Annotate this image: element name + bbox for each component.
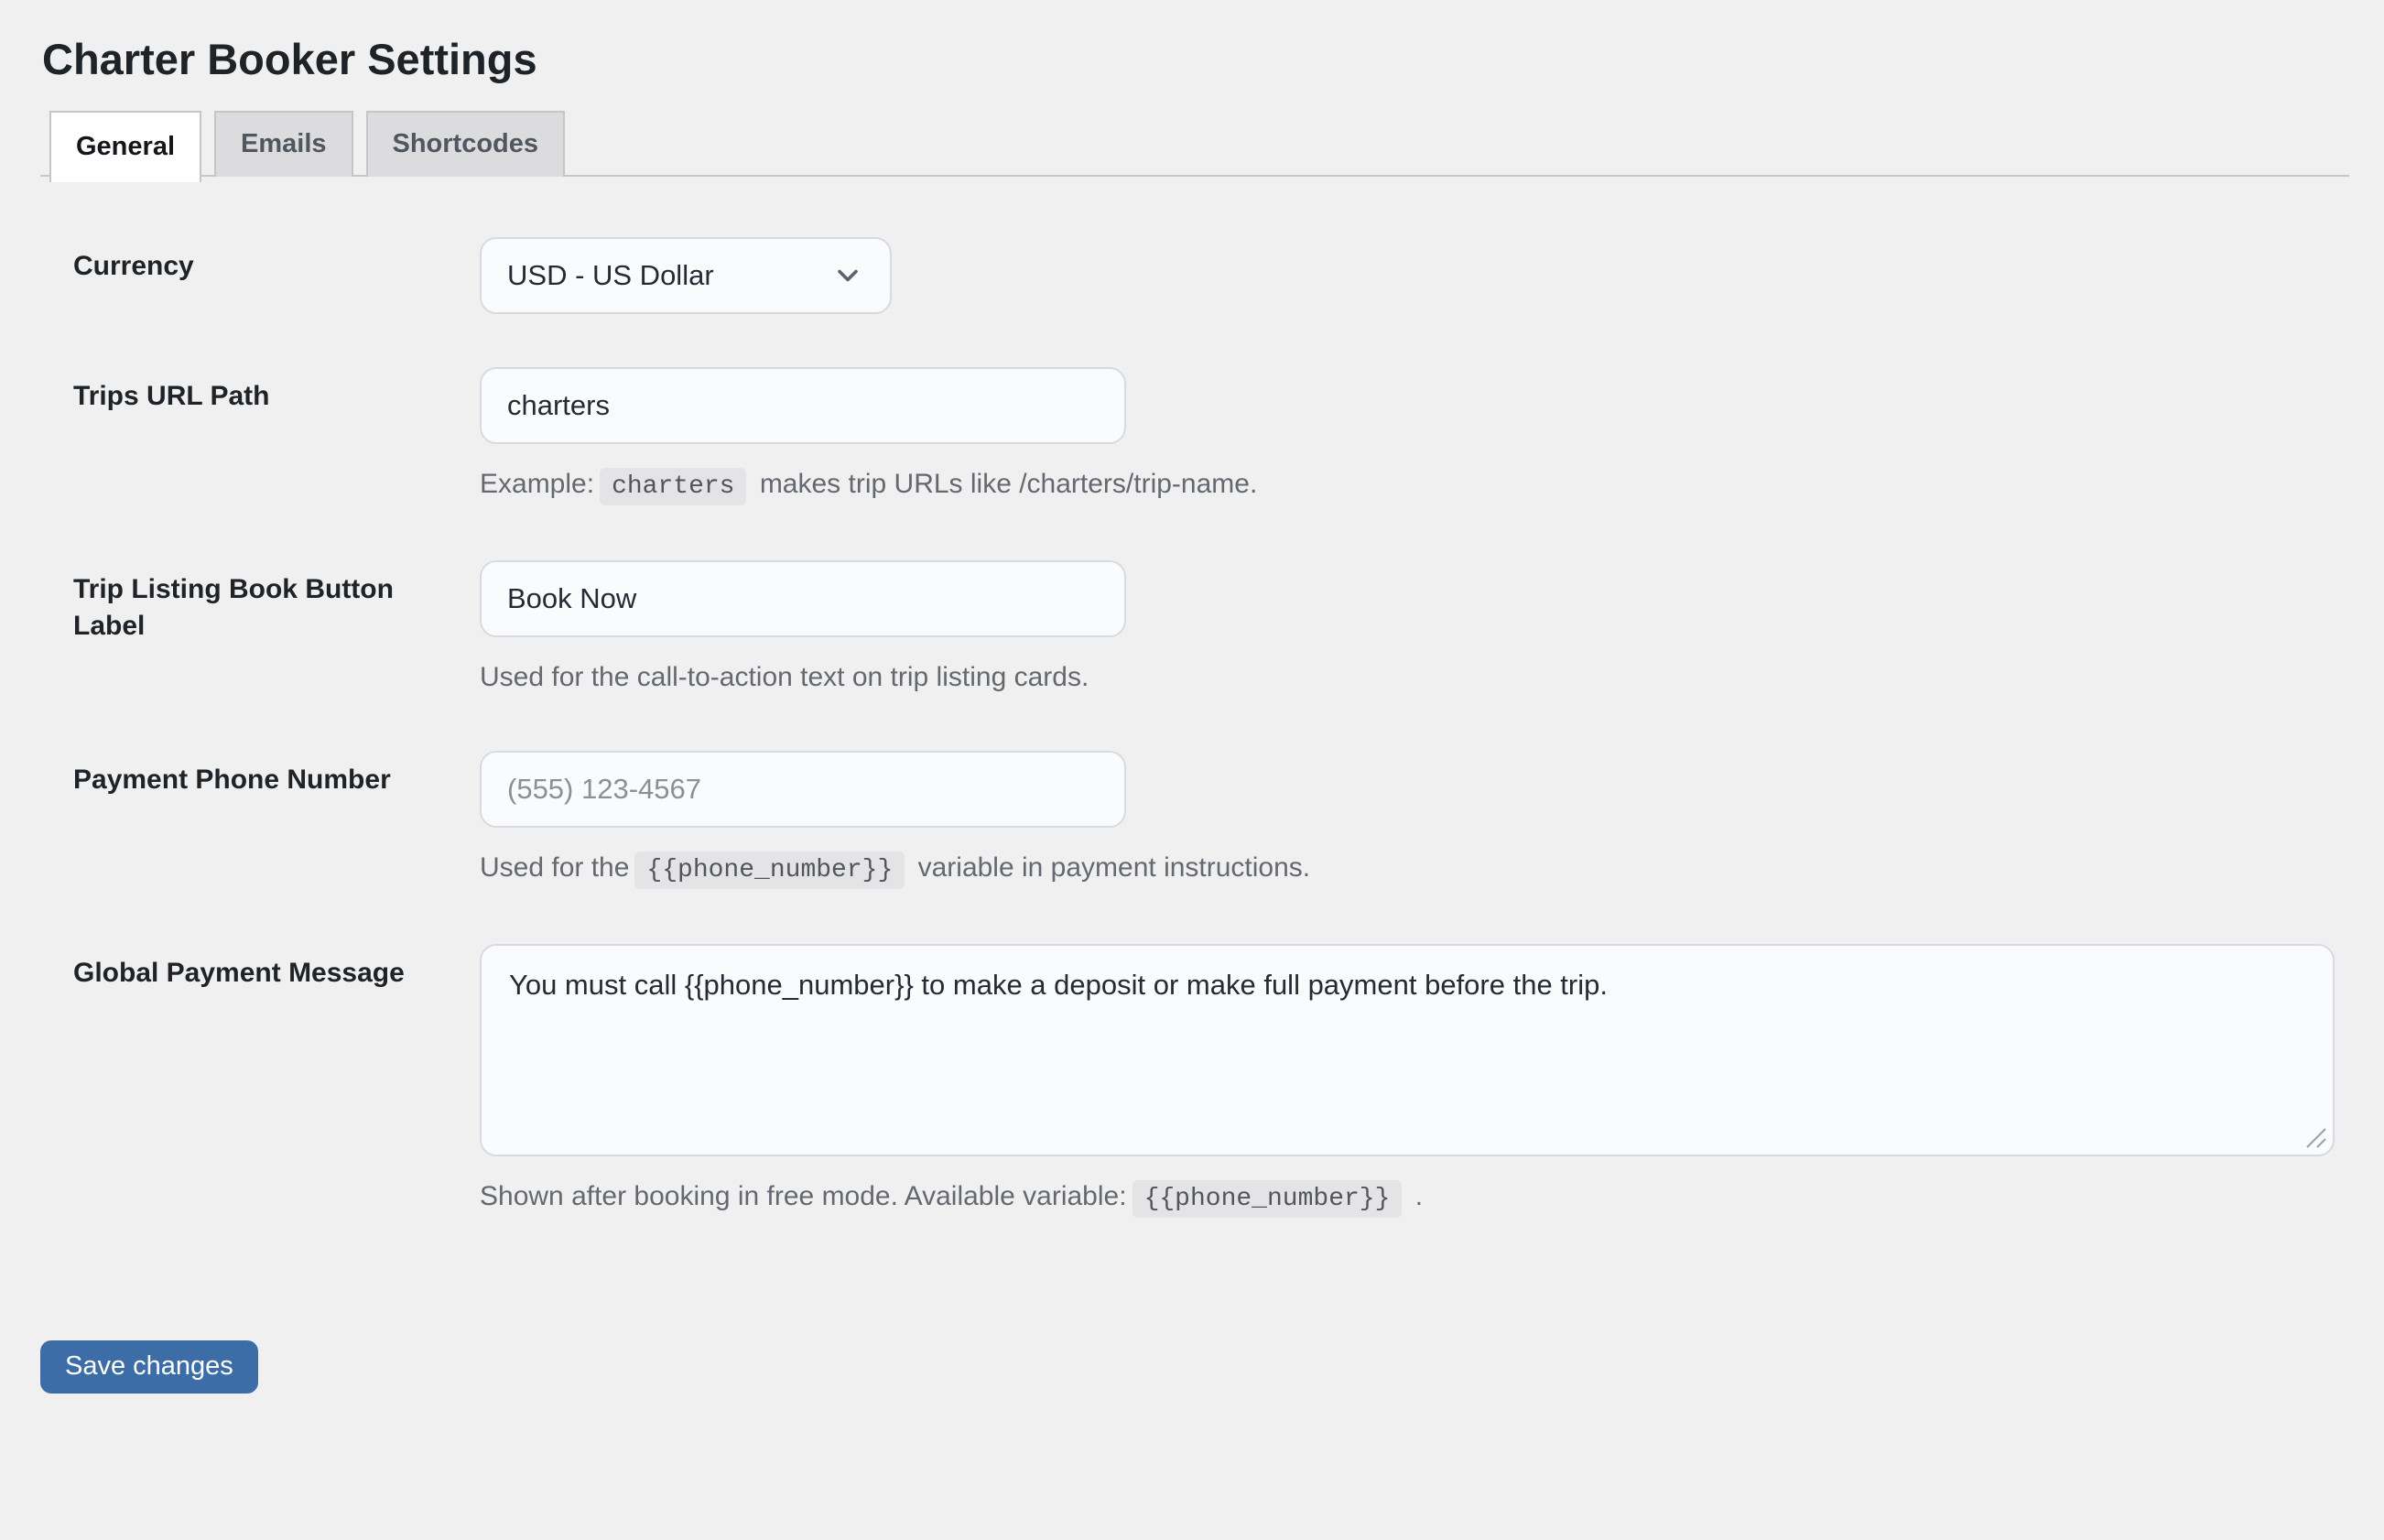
currency-select[interactable]: USD - US Dollar [480,237,892,314]
trips-url-label: Trips URL Path [40,367,480,507]
payment-message-description: Shown after booking in free mode. Availa… [480,1177,2349,1220]
payment-phone-input[interactable] [480,751,1126,828]
description-suffix: . [1407,1181,1423,1211]
tab-emails[interactable]: Emails [214,111,353,177]
inline-code: {{phone_number}} [634,851,905,889]
tab-shortcodes-label: Shortcodes [393,129,539,159]
book-button-label-row: Trip Listing Book Button Label Used for … [40,560,2349,698]
general-settings-form: Currency USD - US Dollar Trips URL Path … [40,237,2349,1220]
book-button-label-input[interactable] [480,560,1126,637]
tab-general-label: General [76,132,175,162]
currency-label: Currency [40,237,480,314]
payment-message-label: Global Payment Message [40,944,480,1220]
trips-url-row: Trips URL Path Example:charters makes tr… [40,367,2349,507]
description-suffix: variable in payment instructions. [910,852,1310,883]
description-prefix: Example: [480,469,594,499]
payment-phone-row: Payment Phone Number Used for the{{phone… [40,751,2349,891]
page-title: Charter Booker Settings [42,33,2349,87]
currency-row: Currency USD - US Dollar [40,237,2349,314]
tab-shortcodes[interactable]: Shortcodes [366,111,566,177]
book-button-description: Used for the call-to-action text on trip… [480,657,2349,698]
payment-message-row: Global Payment Message You must call {{p… [40,944,2349,1220]
resize-handle-icon[interactable] [2303,1125,2327,1149]
payment-phone-label: Payment Phone Number [40,751,480,891]
tab-general[interactable]: General [49,111,201,182]
payment-phone-description: Used for the{{phone_number}} variable in… [480,848,2349,891]
tab-emails-label: Emails [241,129,327,159]
settings-page: Charter Booker Settings General Emails S… [40,0,2349,1394]
currency-selected-value: USD - US Dollar [507,259,714,292]
chevron-down-icon [831,259,864,292]
trips-url-description: Example:charters makes trip URLs like /c… [480,464,2349,507]
description-suffix: makes trip URLs like /charters/trip-name… [752,469,1257,499]
inline-code: charters [600,468,746,505]
inline-code: {{phone_number}} [1132,1180,1403,1218]
description-prefix: Shown after booking in free mode. Availa… [480,1181,1127,1211]
payment-message-field: You must call {{phone_number}} to make a… [480,944,2335,1156]
save-changes-button[interactable]: Save changes [40,1340,258,1394]
trips-url-input[interactable] [480,367,1126,444]
tab-bar: General Emails Shortcodes [40,111,2349,177]
description-prefix: Used for the [480,852,629,883]
payment-message-textarea[interactable]: You must call {{phone_number}} to make a… [480,944,2335,1156]
book-button-label: Trip Listing Book Button Label [40,560,480,698]
